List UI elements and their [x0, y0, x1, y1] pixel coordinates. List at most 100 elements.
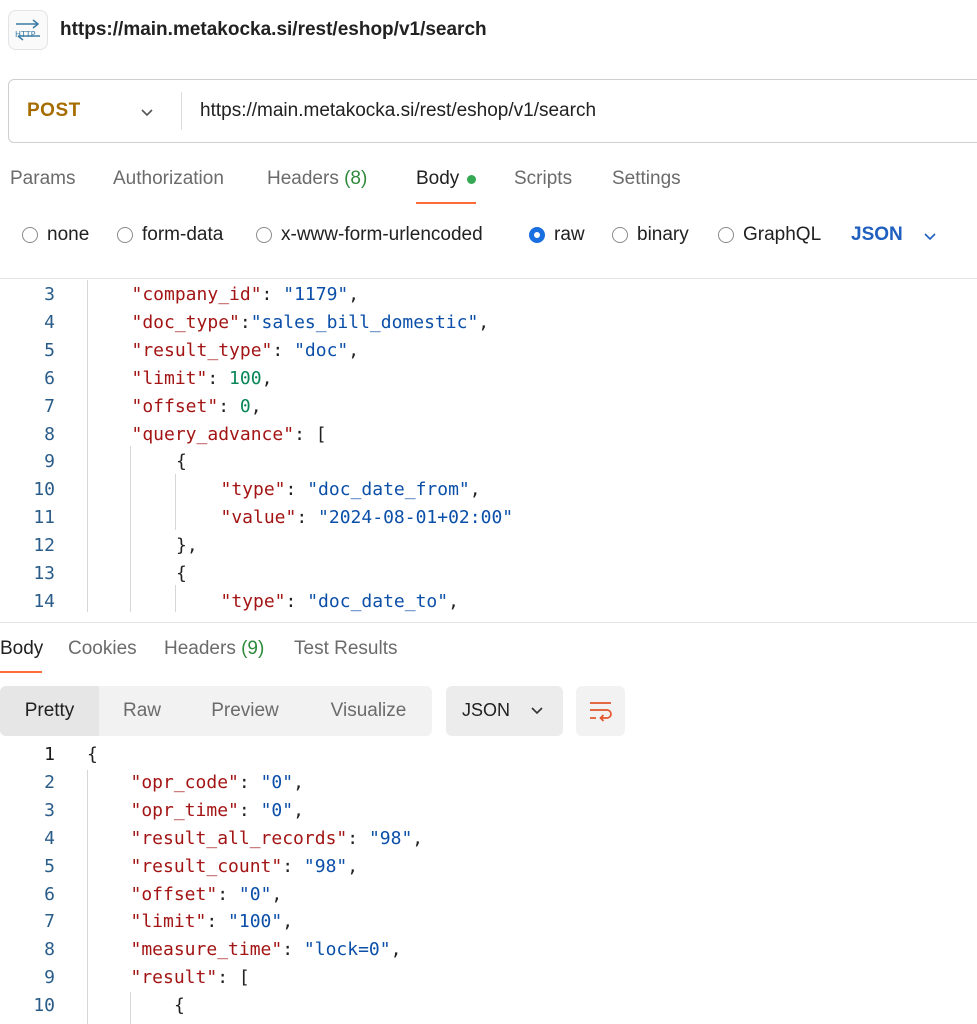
- code-line: "query_advance": [: [132, 424, 327, 445]
- json-value: "98": [368, 827, 413, 849]
- tab-authorization[interactable]: Authorization: [113, 168, 224, 190]
- indent-guide: [130, 992, 131, 1024]
- json-key: "result_count": [130, 855, 283, 877]
- json-value: 100: [229, 367, 262, 389]
- chevron-down-icon[interactable]: [137, 102, 157, 122]
- tab-headers-label: Headers: [267, 168, 339, 189]
- json-key: "result_all_records": [130, 827, 348, 849]
- json-punct: {: [87, 744, 98, 765]
- response-tab-cookies[interactable]: Cookies: [68, 638, 137, 660]
- json-punct: ,: [348, 284, 360, 305]
- body-type-urlencoded[interactable]: x-www-form-urlencoded: [256, 224, 483, 246]
- view-pretty[interactable]: Pretty: [0, 686, 99, 736]
- line-number: 1: [44, 744, 55, 765]
- response-format-select[interactable]: JSON: [446, 686, 563, 736]
- line-number: 7: [44, 911, 55, 933]
- code-line: },: [176, 535, 198, 556]
- response-tab-headers-count: (9): [241, 638, 265, 659]
- request-body-editor[interactable]: 3 "company_id": "1179", 4 "doc_type":"sales…: [0, 280, 977, 612]
- json-key: "result_type": [131, 339, 273, 361]
- json-punct: :: [239, 311, 251, 333]
- wrap-lines-button[interactable]: [576, 686, 625, 736]
- line-number: 9: [44, 967, 55, 989]
- body-type-binary[interactable]: binary: [612, 224, 689, 246]
- line-number: 5: [44, 339, 55, 361]
- line-number: 11: [33, 507, 55, 529]
- line-number: 3: [44, 799, 55, 821]
- json-punct: [: [315, 423, 327, 445]
- line-number: 6: [44, 883, 55, 905]
- json-key: "measure_time": [130, 939, 283, 961]
- code-line: "type": "doc_date_from",: [221, 479, 481, 500]
- method-select[interactable]: POST: [27, 100, 81, 122]
- url-input[interactable]: [200, 92, 960, 130]
- tab-params[interactable]: Params: [10, 168, 75, 190]
- json-punct: {: [176, 563, 187, 584]
- response-tab-test-results[interactable]: Test Results: [294, 638, 397, 660]
- json-punct: :: [238, 771, 261, 793]
- request-title: https://main.metakocka.si/rest/eshop/v1/…: [60, 19, 487, 40]
- json-key: "opr_code": [130, 771, 239, 793]
- json-punct: :: [217, 967, 239, 989]
- tab-body[interactable]: Body: [416, 168, 459, 190]
- json-punct: ,: [412, 827, 424, 849]
- language-select[interactable]: JSON: [851, 224, 903, 246]
- tab-headers-count: (8): [344, 168, 368, 189]
- tab-scripts[interactable]: Scripts: [514, 168, 572, 190]
- code-line: "doc_type":"sales_bill_domestic",: [132, 312, 490, 333]
- json-punct: ,: [448, 590, 459, 612]
- code-line: "result": [: [131, 967, 250, 988]
- view-raw[interactable]: Raw: [99, 686, 185, 736]
- divider: [0, 278, 977, 279]
- body-type-none[interactable]: none: [22, 224, 89, 246]
- response-tab-body[interactable]: Body: [0, 638, 43, 660]
- json-punct: ,: [271, 883, 283, 905]
- tab-settings[interactable]: Settings: [612, 168, 681, 190]
- code-line: "type": "doc_date_to",: [221, 591, 459, 612]
- radio-selected-icon[interactable]: [529, 227, 545, 243]
- json-key: "type": [220, 479, 286, 501]
- body-type-graphql[interactable]: GraphQL: [718, 224, 821, 246]
- code-line: "result_count": "98",: [131, 856, 359, 877]
- radio-icon[interactable]: [718, 227, 734, 243]
- body-type-form-data[interactable]: form-data: [117, 224, 223, 246]
- json-value: "1179": [283, 284, 349, 305]
- radio-icon[interactable]: [256, 227, 272, 243]
- json-value: "0": [260, 771, 294, 793]
- http-icon: HTTP: [8, 10, 48, 50]
- json-punct: },: [176, 535, 198, 557]
- json-punct: :: [217, 883, 239, 905]
- json-value: 0: [239, 395, 251, 417]
- line-number: 4: [44, 827, 55, 849]
- response-tab-headers-label: Headers: [164, 638, 236, 659]
- code-line: {: [176, 563, 187, 584]
- code-line: "value": "2024-08-01+02:00": [221, 507, 514, 528]
- radio-icon[interactable]: [612, 227, 628, 243]
- view-visualize[interactable]: Visualize: [305, 686, 432, 736]
- radio-icon[interactable]: [22, 227, 38, 243]
- json-punct: ,: [348, 339, 360, 361]
- body-type-raw[interactable]: raw: [529, 224, 585, 246]
- line-number: 12: [33, 535, 55, 557]
- active-tab-underline: [0, 671, 42, 673]
- json-punct: ,: [469, 479, 481, 501]
- json-punct: :: [261, 284, 284, 305]
- json-punct: ,: [293, 799, 304, 821]
- chevron-down-icon[interactable]: [921, 227, 939, 245]
- response-tab-headers[interactable]: Headers (9): [164, 638, 264, 660]
- body-modified-dot: [467, 175, 476, 184]
- http-badge-text: HTTP: [15, 30, 36, 39]
- response-body-viewer[interactable]: 1 {2 "opr_code": "0", 3 "opr_time": "0", 4 "re…: [0, 742, 977, 1024]
- code-line: "opr_time": "0",: [131, 800, 304, 821]
- code-line: "offset": 0,: [132, 396, 262, 417]
- code-line: "result_type": "doc",: [132, 340, 360, 361]
- json-value: "doc": [294, 339, 349, 361]
- tab-headers[interactable]: Headers (8): [267, 168, 367, 190]
- view-preview[interactable]: Preview: [185, 686, 305, 736]
- radio-icon[interactable]: [117, 227, 133, 243]
- line-number: 4: [44, 311, 55, 333]
- response-view-toggle: Pretty Raw Preview Visualize: [0, 686, 432, 736]
- json-punct: :: [238, 799, 261, 821]
- line-number: 10: [33, 995, 55, 1017]
- line-number: 10: [33, 479, 55, 501]
